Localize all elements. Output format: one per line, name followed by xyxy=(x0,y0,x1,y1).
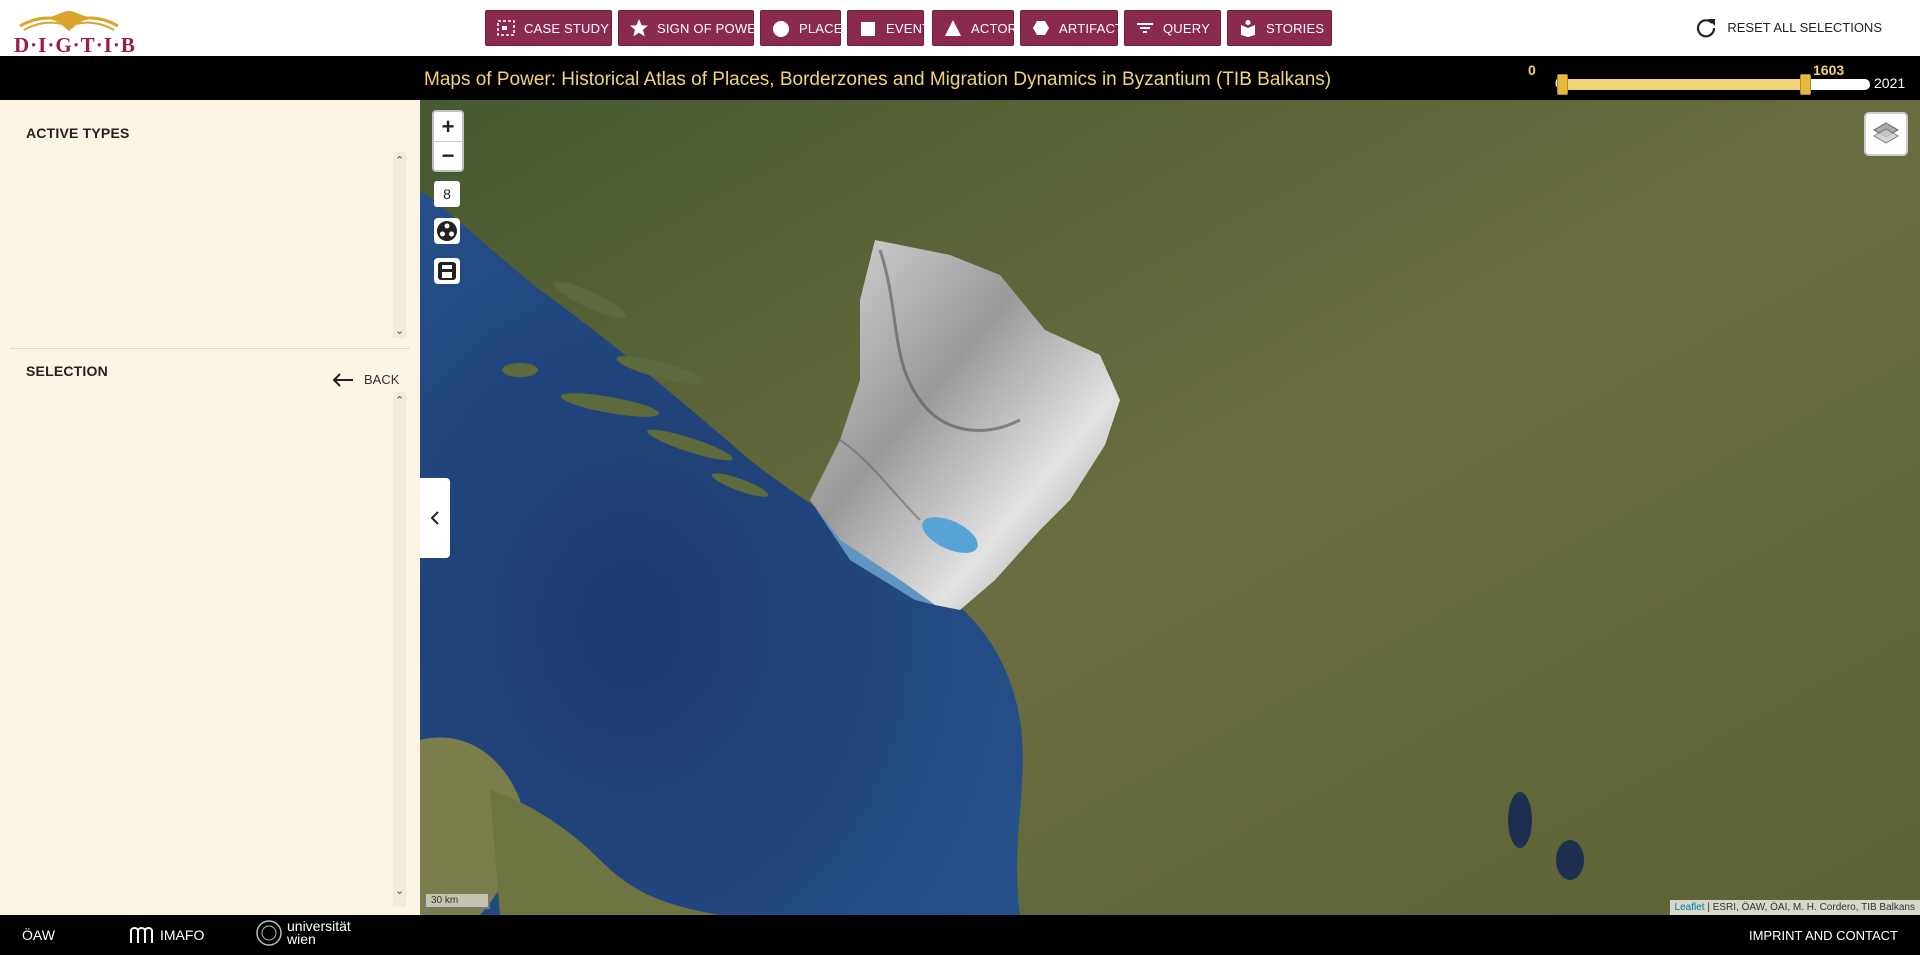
chevron-left-icon xyxy=(430,511,439,525)
timeline-range-end-label: 2021 xyxy=(1874,75,1906,91)
hexagon-icon xyxy=(1033,21,1049,35)
nav-label: ARTIFACT xyxy=(1059,20,1124,36)
refresh-icon xyxy=(1697,19,1716,38)
event-button[interactable]: EVENT xyxy=(847,10,930,46)
timeline-min-handle[interactable] xyxy=(1557,74,1568,95)
nav-label: ACTOR xyxy=(971,20,1018,36)
case-study-icon xyxy=(497,20,515,36)
nav-label: EVENT xyxy=(886,20,931,36)
sidebar: ACTIVE TYPES ⌃ ⌄ SELECTION BACK ⌃ ⌄ xyxy=(0,100,420,915)
footer: ÖAW IMAFO universität wien IMPRINT AND C… xyxy=(0,915,1920,955)
filter-icon xyxy=(1137,23,1153,33)
nav-label: STORIES xyxy=(1266,20,1325,36)
reset-all-selections-button[interactable]: RESET ALL SELECTIONS xyxy=(1695,16,1882,38)
page-title: Maps of Power: Historical Atlas of Place… xyxy=(424,69,1332,90)
scroll-down-icon[interactable]: ⌄ xyxy=(395,324,404,337)
actor-button[interactable]: ACTOR xyxy=(932,10,1018,46)
place-button[interactable]: PLACE xyxy=(760,10,843,46)
zoom-level-indicator: 8 xyxy=(434,181,460,207)
arrow-left-icon xyxy=(332,372,353,387)
nav-label: PLACE xyxy=(799,20,843,36)
imprint-and-contact-link[interactable]: IMPRINT AND CONTACT xyxy=(1749,928,1898,943)
print-button[interactable] xyxy=(434,258,460,284)
scroll-up-icon[interactable]: ⌃ xyxy=(395,154,404,167)
selection-heading: SELECTION xyxy=(26,363,108,379)
query-button[interactable]: QUERY xyxy=(1124,10,1221,46)
nav-label: CASE STUDY xyxy=(524,20,610,36)
active-types-scrollbar[interactable] xyxy=(393,152,406,338)
case-study-button[interactable]: CASE STUDY xyxy=(485,10,612,46)
scroll-up-icon[interactable]: ⌃ xyxy=(395,394,404,407)
reset-label: RESET ALL SELECTIONS xyxy=(1727,19,1882,35)
sign-of-power-button[interactable]: SIGN OF POWER xyxy=(618,10,766,46)
collapse-sidebar-button[interactable] xyxy=(420,478,450,558)
triangle-icon xyxy=(945,20,961,36)
layers-control-button[interactable] xyxy=(1864,112,1908,156)
leaflet-link[interactable]: Leaflet xyxy=(1675,902,1705,913)
nav-label: SIGN OF POWER xyxy=(657,20,766,36)
oaw-logo[interactable]: ÖAW xyxy=(22,927,55,943)
selection-scrollbar[interactable] xyxy=(393,392,406,907)
section-divider xyxy=(10,348,410,349)
title-bar: Maps of Power: Historical Atlas of Place… xyxy=(0,56,1920,100)
attribution-text: | ESRI, ÖAW, ÖAI, M. H. Cordero, TIB Bal… xyxy=(1704,902,1915,913)
oaw-logo-text: ÖAW xyxy=(22,927,55,943)
stories-button[interactable]: STORIES xyxy=(1227,10,1332,46)
map-view[interactable]: + − 8 30 km Leaflet | ESRI, ÖAW, ÖAI, M.… xyxy=(420,100,1920,915)
zoom-control: + − xyxy=(432,110,464,172)
main-nav: CASE STUDY SIGN OF POWER PLACE EVENT ACT… xyxy=(0,10,1920,46)
square-icon xyxy=(861,22,875,36)
map-scale: 30 km xyxy=(424,894,490,909)
univie-logo[interactable]: universität wien xyxy=(255,919,359,947)
printer-icon xyxy=(438,262,456,280)
univie-logo-text: universität wien xyxy=(287,918,351,947)
imafo-logo-text: IMAFO xyxy=(160,927,205,943)
satellite-basemap xyxy=(420,100,1920,915)
layers-icon xyxy=(1873,122,1899,144)
star-icon xyxy=(630,19,648,37)
cluster-toggle-button[interactable] xyxy=(434,218,460,244)
top-navigation-bar: D·I·G·T·I·B CASE STUDY SIGN OF POWER PLA… xyxy=(0,0,1920,57)
zoom-out-button[interactable]: − xyxy=(434,141,462,170)
timeline-selected-min-label: 0 xyxy=(1528,62,1536,78)
artifact-button[interactable]: ARTIFACT xyxy=(1020,10,1123,46)
timeline-selected-range xyxy=(1562,79,1807,90)
imafo-emblem-icon xyxy=(130,927,153,943)
nav-label: QUERY xyxy=(1163,20,1210,36)
timeline-selected-max-label: 1603 xyxy=(1813,62,1845,78)
university-seal-icon xyxy=(256,920,282,946)
scroll-down-icon[interactable]: ⌄ xyxy=(395,884,404,897)
circle-icon xyxy=(773,21,789,37)
stories-icon xyxy=(1241,20,1255,37)
active-types-heading: ACTIVE TYPES xyxy=(26,125,130,141)
imafo-logo[interactable]: IMAFO xyxy=(128,925,204,945)
back-button[interactable]: BACK xyxy=(332,372,399,387)
timeline-max-handle[interactable] xyxy=(1800,74,1812,95)
map-attribution: Leaflet | ESRI, ÖAW, ÖAI, M. H. Cordero,… xyxy=(1669,900,1920,915)
cluster-icon xyxy=(437,221,457,241)
back-label: BACK xyxy=(364,372,400,387)
zoom-in-button[interactable]: + xyxy=(434,112,462,141)
timeline-slider[interactable] xyxy=(1557,74,1870,95)
